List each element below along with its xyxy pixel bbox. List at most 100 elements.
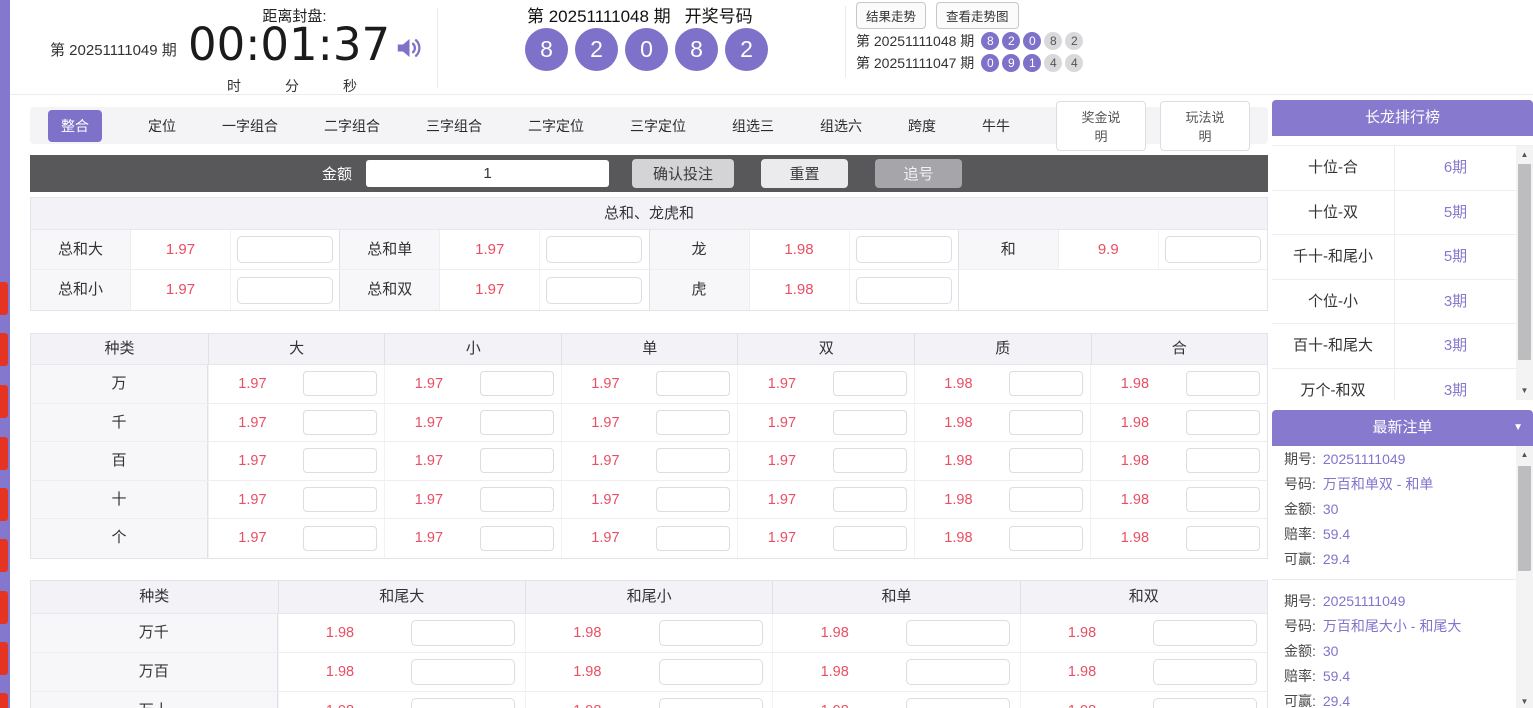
scrollbar-thumb[interactable]: [1518, 466, 1531, 571]
bet-amount-input[interactable]: [411, 698, 515, 708]
bet-amount-input[interactable]: [303, 487, 377, 512]
bet-amount-input[interactable]: [1186, 448, 1260, 473]
scroll-down-icon[interactable]: ▼: [1516, 695, 1533, 708]
caret-down-icon[interactable]: ▼: [1513, 410, 1523, 446]
bet-amount-input[interactable]: [656, 448, 730, 473]
odds-value: 1.97: [561, 404, 649, 442]
tab-5[interactable]: 三字组合: [426, 116, 482, 136]
bet-amount-input[interactable]: [1153, 698, 1257, 708]
bet-amount-input[interactable]: [833, 448, 907, 473]
bet-amount-input[interactable]: [237, 236, 333, 263]
bet-amount-input[interactable]: [833, 526, 907, 551]
unit-minutes: 分: [285, 76, 299, 96]
bet-amount-input[interactable]: [659, 659, 763, 685]
history-ball-main: 9: [1002, 54, 1020, 72]
tab-8[interactable]: 组选三: [732, 116, 774, 136]
bet-amount-input[interactable]: [1186, 371, 1260, 396]
bet-amount-input[interactable]: [480, 487, 554, 512]
scroll-down-icon[interactable]: ▼: [1516, 384, 1533, 398]
bet-amount-input[interactable]: [659, 698, 763, 708]
bet-amount-input[interactable]: [546, 236, 642, 263]
odds-value: 1.97: [561, 442, 649, 480]
bet-input-cell: [649, 481, 738, 519]
prize-info-button[interactable]: 奖金说明: [1056, 101, 1146, 151]
scroll-up-icon[interactable]: ▲: [1516, 148, 1533, 162]
bet-amount-input[interactable]: [856, 277, 952, 304]
bet-amount-input[interactable]: [237, 277, 333, 304]
rules-info-button[interactable]: 玩法说明: [1160, 101, 1250, 151]
bet-amount-input[interactable]: [656, 371, 730, 396]
order-field: 号码:万百和尾大小 - 和尾大: [1272, 613, 1533, 638]
bet-amount-input[interactable]: [480, 526, 554, 551]
bet-amount-input[interactable]: [480, 448, 554, 473]
table-body: 万1.971.971.971.971.981.98千1.971.971.971.…: [31, 365, 1267, 558]
bet-input-cell: [649, 404, 738, 442]
bet-amount-input[interactable]: [656, 487, 730, 512]
bet-amount-input[interactable]: [1186, 487, 1260, 512]
streak-count: 3期: [1395, 369, 1516, 401]
bet-amount-input[interactable]: [1186, 526, 1260, 551]
bet-amount-input[interactable]: [303, 448, 377, 473]
confirm-bet-button[interactable]: 确认投注: [632, 159, 734, 188]
bet-amount-input[interactable]: [906, 698, 1010, 708]
chase-number-button[interactable]: 追号: [875, 159, 962, 188]
bet-amount-input[interactable]: [1009, 526, 1083, 551]
bet-amount-input[interactable]: [833, 487, 907, 512]
view-trend-chart-button[interactable]: 查看走势图: [936, 2, 1019, 29]
reset-button[interactable]: 重置: [761, 159, 848, 188]
tab-3[interactable]: 一字组合: [222, 116, 278, 136]
scrollbar-thumb[interactable]: [1518, 164, 1531, 360]
bet-input-cell: [1178, 404, 1267, 442]
bet-input-cell: [472, 519, 561, 558]
sum-group: 总和小1.97: [31, 270, 339, 310]
sum-group: [958, 270, 1267, 310]
tab-7[interactable]: 三字定位: [630, 116, 686, 136]
bet-amount-input[interactable]: [833, 410, 907, 435]
bet-input-cell: [825, 519, 914, 558]
bet-input-cell: [231, 270, 339, 310]
bet-amount-input[interactable]: [833, 371, 907, 396]
bet-amount-input[interactable]: [1153, 620, 1257, 646]
table-header-row: 种类大小单双质合: [31, 334, 1267, 365]
result-trend-button[interactable]: 结果走势: [856, 2, 926, 29]
bet-amount-input[interactable]: [480, 371, 554, 396]
tab-10[interactable]: 跨度: [908, 116, 936, 136]
bet-amount-input[interactable]: [1009, 371, 1083, 396]
odds-value: 1.98: [1020, 614, 1144, 652]
tab-2[interactable]: 定位: [148, 116, 176, 136]
tab-4[interactable]: 二字组合: [324, 116, 380, 136]
bet-amount-input[interactable]: [303, 526, 377, 551]
bet-amount-input[interactable]: [656, 410, 730, 435]
tab-6[interactable]: 二字定位: [528, 116, 584, 136]
order-field-value: 30: [1323, 643, 1339, 659]
bet-amount-input[interactable]: [480, 410, 554, 435]
bet-amount-input[interactable]: [303, 371, 377, 396]
bet-amount-input[interactable]: [1009, 410, 1083, 435]
bet-input-cell: [825, 404, 914, 442]
bet-amount-input[interactable]: [411, 620, 515, 646]
tab-9[interactable]: 组选六: [820, 116, 862, 136]
column-header: 和尾大: [278, 581, 525, 613]
tab-11[interactable]: 牛牛: [982, 116, 1010, 136]
bet-amount-input[interactable]: [856, 236, 952, 263]
bet-amount-input[interactable]: [906, 620, 1010, 646]
bet-amount-input[interactable]: [659, 620, 763, 646]
bet-amount-input[interactable]: [1186, 410, 1260, 435]
bet-amount-input[interactable]: [411, 659, 515, 685]
bet-amount-input[interactable]: [1165, 236, 1261, 263]
bet-amount-input[interactable]: [1153, 659, 1257, 685]
tab-1[interactable]: 整合: [48, 110, 102, 142]
bet-amount-input[interactable]: [1009, 448, 1083, 473]
table-header-row: 种类和尾大和尾小和单和双: [31, 581, 1267, 614]
column-header: 种类: [31, 334, 208, 364]
bet-input-cell: [296, 442, 385, 480]
bet-amount-input[interactable]: [656, 526, 730, 551]
bet-input-cell: [896, 692, 1020, 708]
speaker-icon[interactable]: [394, 33, 424, 63]
scroll-up-icon[interactable]: ▲: [1516, 448, 1533, 462]
amount-input[interactable]: [366, 160, 609, 187]
bet-amount-input[interactable]: [546, 277, 642, 304]
bet-amount-input[interactable]: [303, 410, 377, 435]
bet-amount-input[interactable]: [906, 659, 1010, 685]
bet-amount-input[interactable]: [1009, 487, 1083, 512]
